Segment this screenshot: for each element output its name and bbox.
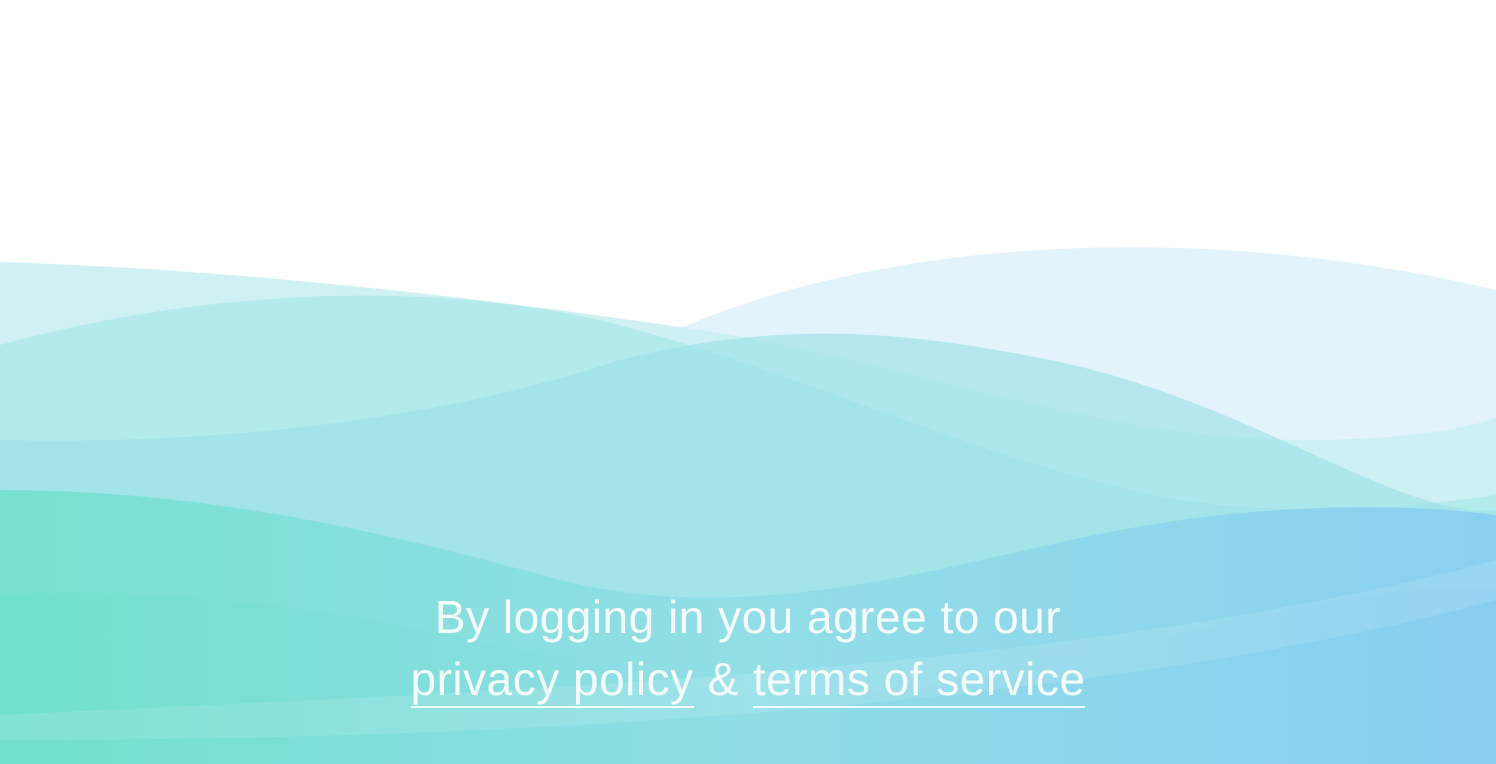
legal-notice: By logging in you agree to our privacy p… bbox=[0, 586, 1496, 710]
legal-line-1: By logging in you agree to our bbox=[434, 591, 1062, 643]
terms-of-service-link[interactable]: terms of service bbox=[752, 653, 1086, 708]
ampersand: & bbox=[707, 653, 739, 705]
login-screen: By logging in you agree to our privacy p… bbox=[0, 0, 1496, 764]
legal-line-2: privacy policy & terms of service bbox=[0, 648, 1496, 710]
privacy-policy-link[interactable]: privacy policy bbox=[410, 653, 694, 708]
